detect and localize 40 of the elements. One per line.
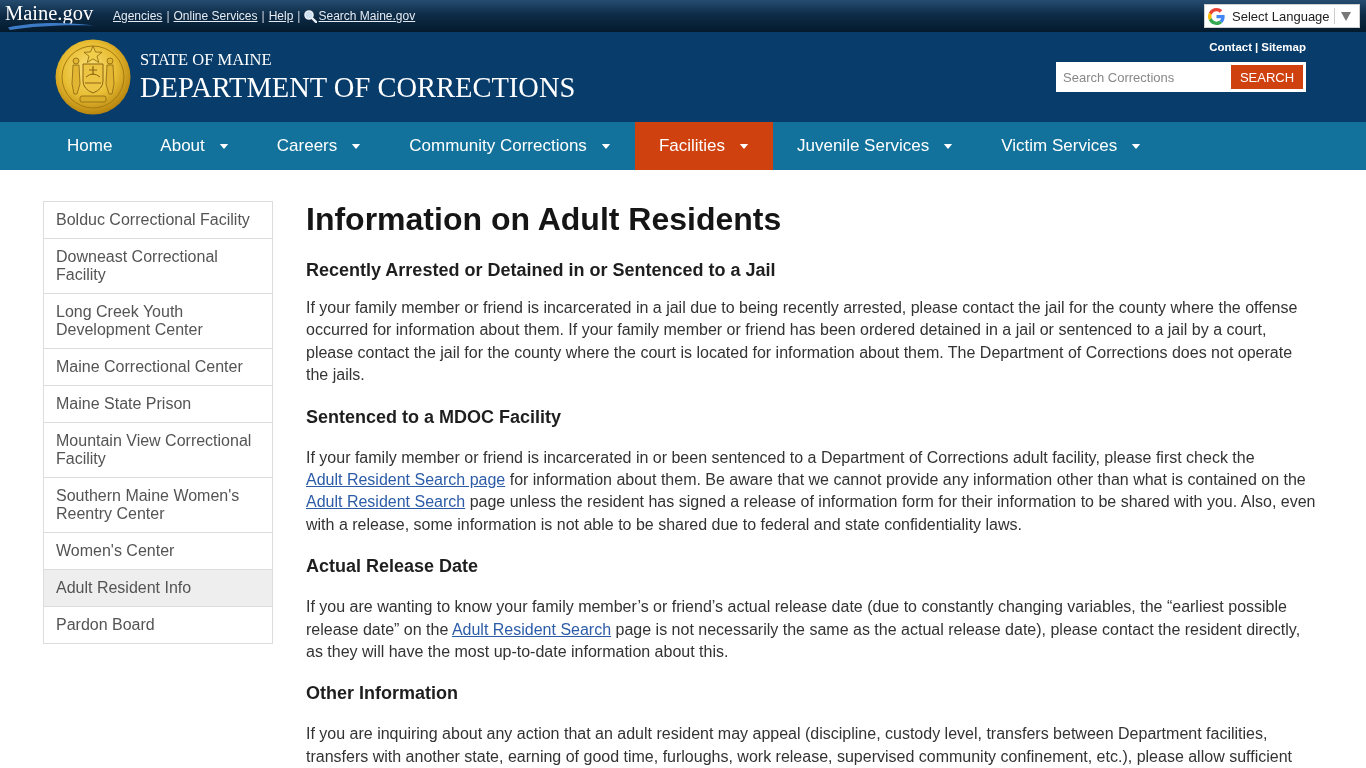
language-select[interactable]: Select Language	[1204, 4, 1360, 28]
link-separator: |	[261, 9, 265, 23]
top-link[interactable]: Agencies	[113, 9, 163, 23]
nav-item[interactable]: Community Corrections	[385, 122, 635, 170]
header-subtitle: STATE OF MAINE	[140, 50, 273, 70]
top-link[interactable]: Help	[268, 9, 294, 23]
paragraph: If you are wanting to know your family member’s or friend’s actual release date (due to constantly changing variables, the “earliest possible release date” on the Adult Resident Search page is not necessarily the same as the actual release date), please contact the resident directly, as they will have the most up-to-date information about this.	[306, 597, 1302, 663]
section-heading: Other Information	[306, 682, 459, 705]
utility-link[interactable]: Sitemap	[1261, 40, 1306, 54]
link-separator: |	[1255, 40, 1259, 54]
search-box[interactable]: Search Corrections SEARCH	[1056, 62, 1306, 92]
utility-link[interactable]: Contact	[1209, 40, 1253, 54]
department-title: DEPARTMENT OF CORRECTIONS	[140, 72, 576, 104]
search-button[interactable]: SEARCH	[1231, 65, 1303, 89]
g-logo-icon	[1208, 7, 1225, 25]
section-heading: Recently Arrested or Detained in or Sentenced to a Jail	[306, 259, 777, 281]
inline-link[interactable]: Adult Resident Search page	[306, 471, 506, 489]
paragraph: If your family member or friend is incarcerated in or been sentenced to a Department of Corrections adult facility, please first check the Adult Resident Search page for information about them. Be aware that we cannot provide any information other than what is contained on the Adult Resident Search page unless the resident has signed a release of information form for their information to be shared with you. Also, even with a release, some information is not able to be shared due to federal and state confidentiality laws.	[306, 447, 1317, 535]
page-title: Information on Adult Residents	[306, 201, 783, 237]
caret-icon	[1340, 11, 1351, 21]
top-link[interactable]: Online Services	[173, 9, 258, 23]
inline-link[interactable]: Adult Resident Search	[306, 493, 466, 511]
sidebar-item[interactable]: Adult Resident Info	[44, 569, 272, 606]
paragraph: If your family member or friend is incarcerated in a jail due to being recently arrested, please contact the jail for the county where the offense occurred for information about them. If your family member or friend has been ordered detained in a jail or sentenced to a jail by a court, please contact the jail for the county where the court is located for information about them. The Department of Corrections does not operate the jails.	[306, 298, 1299, 386]
nav-item[interactable]: About	[136, 122, 253, 170]
nav-item[interactable]: Facilities	[634, 122, 773, 170]
nav-item[interactable]: Juvenile Services	[773, 122, 978, 170]
seal-icon	[55, 39, 131, 115]
section-heading: Sentenced to a MDOC Facility	[306, 405, 563, 428]
link-separator: |	[166, 9, 170, 23]
paragraph: If you are inquiring about any action that an adult resident may appeal (discipline, custody level, transfers between Department facilities, transfers with another state, earning of good time, furloughs, work release, supervised community confinement, etc.), please allow sufficient	[306, 724, 1293, 767]
search-icon	[304, 9, 318, 23]
nav-item[interactable]: Victim Services	[977, 122, 1166, 170]
maine-gov-logo[interactable]: Maine.gov	[5, 1, 96, 31]
search-link[interactable]: Search Maine.gov	[304, 9, 416, 23]
link-separator: |	[297, 9, 301, 23]
nav-item[interactable]: Careers	[252, 122, 386, 170]
nav-item[interactable]: Home	[43, 122, 137, 170]
inline-link[interactable]: Adult Resident Search	[451, 620, 612, 638]
section-heading: Actual Release Date	[306, 555, 480, 578]
